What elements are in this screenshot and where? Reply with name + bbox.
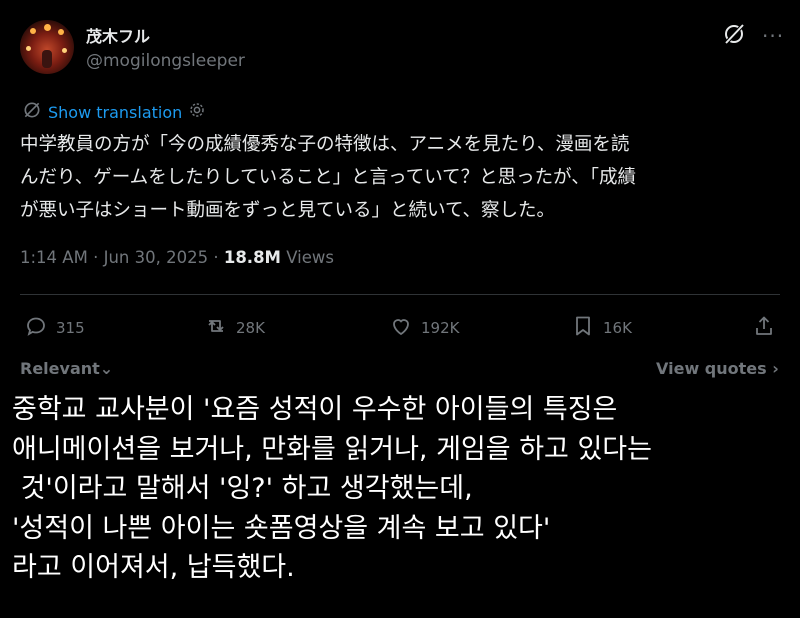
tweet-text-line: 中学教員の方が「今の成績優秀な子の特徴は、アニメを見たり、漫画を読: [20, 134, 630, 155]
reply-icon: [24, 314, 48, 342]
views-count: 18.8M: [223, 248, 281, 267]
grok-icon[interactable]: [722, 22, 746, 46]
author-display-name[interactable]: 茂木フル: [86, 23, 150, 47]
overlay-translation-line: 중학교 교사분이 '요즘 성적이 우수한 아이들의 특징은: [12, 394, 618, 425]
views-label: Views: [286, 248, 334, 267]
lantern-light: [58, 29, 64, 35]
meta-separator: ·: [213, 248, 219, 267]
share-icon: [752, 314, 776, 342]
figure-silhouette: [42, 50, 52, 68]
tweet-meta: 1:14 AM · Jun 30, 2025 · 18.8M Views: [20, 248, 334, 267]
chevron-down-icon: ⌄: [99, 359, 114, 378]
tweet-time[interactable]: 1:14 AM: [20, 248, 88, 267]
tweet-text-line: んだり、ゲームをしたりしていること」と言っていて？と思ったが、「成績: [20, 167, 637, 188]
lantern-light: [30, 28, 36, 34]
translate-icon: [22, 100, 42, 124]
avatar[interactable]: [20, 20, 74, 74]
overlay-translation-line: 것'이라고 말해서 '잉?' 하고 생각했는데,: [12, 473, 473, 504]
meta-separator: ·: [93, 248, 99, 267]
lantern-light: [62, 48, 67, 53]
more-icon[interactable]: ···: [762, 24, 784, 48]
tweet-date[interactable]: Jun 30, 2025: [104, 248, 209, 267]
lantern-light: [26, 46, 31, 51]
retweet-button[interactable]: 28K: [204, 314, 265, 342]
show-translation-button[interactable]: Show translation: [22, 100, 206, 124]
bookmark-icon: [571, 314, 595, 342]
overlay-translation-line: 애니메이션을 보거나, 만화를 읽거나, 게임을 하고 있다는: [12, 433, 652, 465]
like-count: 192K: [421, 319, 460, 337]
retweet-count: 28K: [236, 319, 265, 337]
relevant-sort-button[interactable]: Relevant⌄: [20, 359, 113, 378]
like-icon: [389, 314, 413, 342]
view-quotes-label: View quotes: [656, 359, 767, 378]
divider: [20, 294, 780, 295]
reply-count: 315: [56, 319, 85, 337]
retweet-icon: [204, 314, 228, 342]
tweet-text: 中学教員の方が「今の成績優秀な子の特徴は、アニメを見たり、漫画を読 んだり、ゲー…: [20, 128, 790, 227]
relevant-label: Relevant: [20, 359, 100, 378]
bookmark-count: 16K: [603, 319, 632, 337]
overlay-translation-line: 라고 이어져서, 납득했다.: [12, 552, 295, 583]
tweet-text-line: が悪い子はショート動画をずっと見ている」と続いて、察した。: [20, 200, 556, 221]
author-handle[interactable]: @mogilongsleeper: [86, 51, 245, 71]
like-button[interactable]: 192K: [389, 314, 459, 342]
lantern-light: [44, 24, 51, 31]
overlay-translation-line: '성적이 나쁜 아이는 숏폼영상을 계속 보고 있다': [12, 512, 551, 544]
overlay-translation-text: 중학교 교사분이 '요즘 성적이 우수한 아이들의 특징은 애니메이션을 보거나…: [12, 390, 792, 588]
reply-button[interactable]: 315: [24, 314, 85, 342]
gear-icon[interactable]: [188, 101, 206, 123]
bookmark-button[interactable]: 16K: [571, 314, 632, 342]
show-translation-label[interactable]: Show translation: [48, 103, 182, 122]
view-quotes-button[interactable]: View quotes ›: [656, 359, 779, 378]
chevron-right-icon: ›: [772, 359, 779, 378]
share-button[interactable]: [752, 314, 776, 342]
